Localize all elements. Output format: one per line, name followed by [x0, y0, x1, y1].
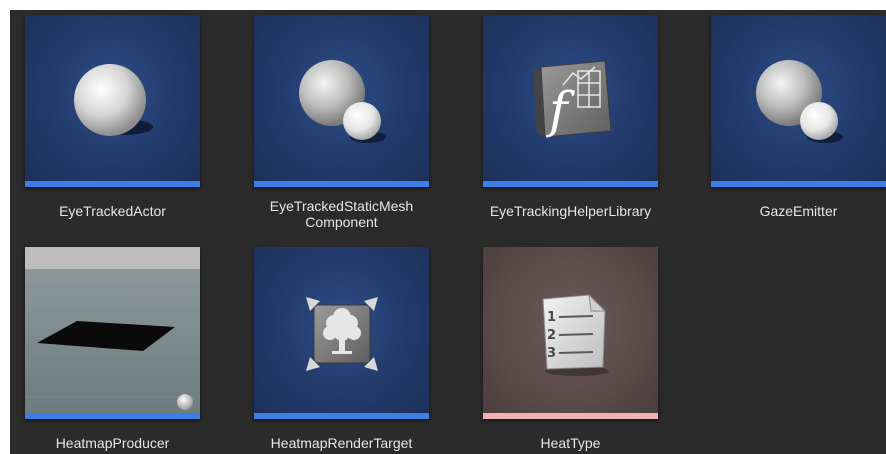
asset-name-line-1: EyeTrackedStaticMesh — [269, 198, 414, 214]
asset-type-stripe — [483, 413, 658, 419]
svg-text:2: 2 — [547, 328, 556, 343]
asset-thumbnail — [254, 15, 429, 187]
sphere-with-small-sphere-icon — [756, 60, 843, 143]
asset-thumbnail: f — [483, 15, 658, 187]
svg-text:1: 1 — [547, 310, 556, 325]
render-target-tree-icon — [306, 297, 378, 371]
asset-thumbnail — [254, 247, 429, 419]
function-library-icon: f — [533, 60, 612, 139]
level-preview-thumbnail — [25, 247, 200, 419]
content-browser-asset-grid: EyeTrackedActor EyeTrackedStaticMesh Com… — [10, 10, 886, 454]
sphere-icon — [74, 64, 153, 136]
asset-thumbnail — [25, 15, 200, 187]
asset-type-stripe — [711, 181, 886, 187]
left-edge — [0, 10, 10, 454]
asset-type-stripe — [25, 181, 200, 187]
enum-list-icon: 1 2 3 — [542, 293, 609, 376]
asset-thumbnail — [25, 247, 200, 419]
asset-name: EyeTrackingHelperLibrary — [489, 203, 652, 219]
asset-type-stripe — [483, 181, 658, 187]
asset-name: HeatmapRenderTarget — [270, 435, 413, 451]
asset-type-stripe — [254, 181, 429, 187]
asset-name-line-2: Component — [305, 214, 378, 230]
asset-name: HeatmapProducer — [55, 435, 170, 451]
sphere-with-small-sphere-icon — [299, 60, 386, 143]
asset-name: EyeTrackedStaticMesh Component — [234, 198, 449, 230]
asset-thumbnail: 1 2 3 — [483, 247, 658, 419]
top-edge — [0, 0, 886, 10]
svg-text:3: 3 — [547, 346, 556, 361]
asset-type-stripe — [254, 413, 429, 419]
asset-type-stripe — [25, 413, 200, 419]
asset-name: EyeTrackedActor — [59, 203, 166, 219]
asset-name: HeatType — [540, 435, 601, 451]
asset-name: GazeEmitter — [759, 203, 838, 219]
asset-thumbnail — [711, 15, 886, 187]
